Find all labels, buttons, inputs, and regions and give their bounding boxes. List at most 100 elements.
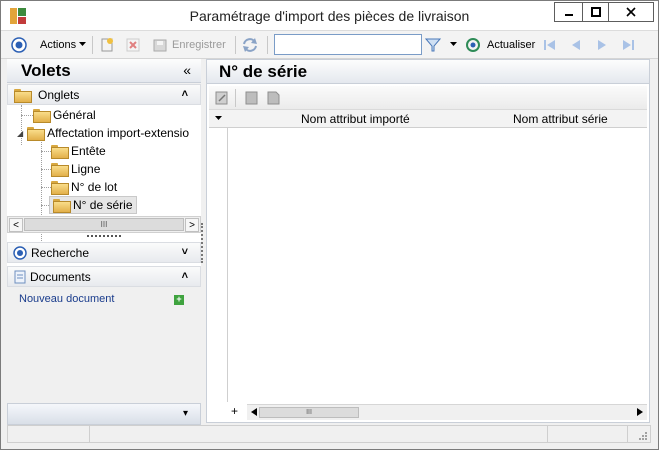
scroll-right-icon[interactable] [637, 408, 643, 416]
refresh-icon [466, 38, 480, 52]
resize-grip-icon[interactable] [638, 431, 648, 441]
add-row-button[interactable]: + [231, 404, 238, 418]
documents-section-label: Documents [30, 269, 91, 284]
folder-icon [51, 163, 69, 177]
refresh-button[interactable]: Actualiser [465, 35, 535, 55]
folder-icon [51, 145, 69, 159]
status-cell [548, 426, 628, 442]
side-pane-title: Volets [21, 61, 71, 80]
actions-menu[interactable]: Actions [40, 35, 87, 55]
tree-connector [41, 187, 51, 188]
toolbar-separator [235, 89, 236, 107]
new-document-icon [101, 38, 113, 52]
scroll-thumb[interactable]: III [24, 218, 184, 231]
filter-dropdown[interactable] [450, 35, 458, 55]
save-icon [153, 39, 167, 52]
chevron-up-icon: ˄ [181, 88, 188, 100]
actions-menu-icon[interactable] [11, 35, 27, 55]
main-pane: N° de série Nom attribut importé Nom att… [206, 59, 650, 423]
search-section-header[interactable]: Recherche ˅ [7, 242, 201, 263]
delete-icon [126, 38, 140, 52]
tree-item-general[interactable]: Général [33, 107, 96, 123]
tabs-section-header[interactable]: Onglets ˄ [7, 84, 201, 105]
tree-connector [41, 169, 51, 170]
documents-section-header[interactable]: Documents ˄ [7, 266, 201, 287]
first-icon [544, 40, 555, 50]
row-menu-arrow-icon[interactable] [215, 116, 223, 122]
next-icon [598, 40, 606, 50]
close-button[interactable] [608, 2, 654, 22]
document-icon [14, 270, 26, 283]
status-bar [7, 425, 651, 443]
pane-bottom-bar[interactable]: ▾ [7, 403, 201, 425]
tree-connector [21, 115, 33, 116]
grid-header: Nom attribut importé Nom attribut série [209, 110, 647, 128]
app-window: Paramétrage d'import des pièces de livra… [0, 0, 659, 450]
tree-connector [41, 139, 42, 257]
maximize-button[interactable] [582, 2, 608, 22]
vertical-splitter-grip[interactable] [201, 223, 203, 263]
sync-icon [243, 38, 257, 52]
sync-button[interactable] [241, 35, 259, 55]
toolbar-separator [267, 36, 268, 54]
tree-item-ligne[interactable]: Ligne [51, 161, 100, 177]
maximize-icon [590, 7, 601, 17]
save-button[interactable]: Enregistrer [152, 35, 226, 55]
last-record-button[interactable] [620, 35, 636, 55]
dropdown-arrow-icon [79, 42, 87, 46]
next-record-button[interactable] [594, 35, 610, 55]
main-toolbar: Actions Enregistrer Actualiser [1, 31, 658, 59]
tree-item-entete[interactable]: Entête [51, 143, 106, 159]
minimize-icon [564, 14, 573, 16]
scroll-left-icon[interactable] [251, 408, 257, 416]
pane-splitter-grip[interactable] [87, 235, 121, 238]
column-header-serial-attribute[interactable]: Nom attribut série [513, 112, 608, 126]
scroll-thumb[interactable]: III [259, 407, 359, 418]
tabs-section-label: Onglets [38, 87, 80, 102]
actions-label: Actions [40, 39, 77, 51]
search-input[interactable] [274, 34, 422, 55]
status-cell [8, 426, 90, 442]
tree-item-label: Affectation import-extensio [47, 126, 190, 140]
close-icon [626, 7, 636, 17]
target-icon [13, 245, 27, 260]
copy-document-icon[interactable] [245, 91, 259, 105]
first-record-button[interactable] [542, 35, 558, 55]
last-icon [623, 40, 634, 50]
grid-row-selector-column [209, 128, 228, 402]
tree-item-label: Entête [71, 144, 106, 158]
previous-record-button[interactable] [568, 35, 584, 55]
tree-item-label: N° de lot [71, 180, 118, 194]
page-title: N° de série [219, 62, 308, 81]
column-header-imported-attribute[interactable]: Nom attribut importé [301, 112, 410, 126]
tree-item-label: N° de série [73, 198, 133, 212]
chevron-down-icon: ▾ [182, 408, 188, 419]
collapse-pane-button[interactable]: « [183, 62, 191, 78]
chevron-up-icon: ˄ [181, 270, 188, 282]
tree-item-lot[interactable]: N° de lot [51, 179, 117, 195]
delete-button[interactable] [125, 35, 141, 55]
tree-item-serie[interactable]: N° de série [49, 196, 137, 214]
scroll-right-button[interactable]: > [185, 218, 199, 232]
tree-item-label: Ligne [71, 162, 101, 176]
page-icon[interactable] [267, 91, 281, 105]
tree-horizontal-scrollbar[interactable]: < III > [7, 216, 201, 233]
edit-document-icon[interactable] [215, 91, 229, 105]
search-section-label: Recherche [31, 245, 90, 260]
folder-icon [51, 181, 69, 195]
expand-triangle-icon: ◢ [17, 128, 24, 138]
status-cell [90, 426, 548, 442]
toolbar-separator [235, 36, 236, 54]
new-button[interactable] [99, 35, 115, 55]
add-document-icon[interactable]: + [174, 295, 184, 305]
filter-button[interactable] [425, 35, 441, 55]
previous-icon [572, 40, 580, 50]
folder-icon [33, 109, 51, 123]
scroll-left-button[interactable]: < [9, 218, 23, 232]
open-folder-icon [53, 199, 71, 213]
grid-horizontal-scrollbar[interactable]: III [247, 404, 647, 420]
minimize-button[interactable] [554, 2, 582, 22]
new-document-link[interactable]: Nouveau document [19, 293, 114, 305]
side-pane-header: Volets « [7, 59, 201, 83]
tree-item-affectation[interactable]: ◢ Affectation import-extensio [17, 125, 192, 141]
